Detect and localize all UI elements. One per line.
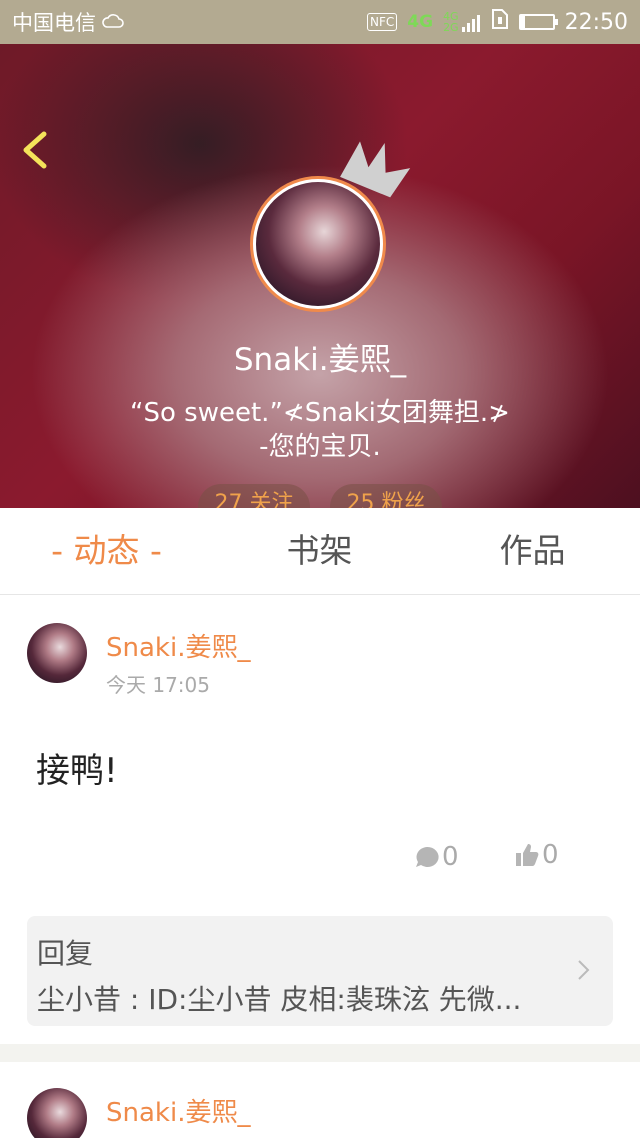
- profile-header: Snaki.姜熙_ “So sweet.”≮Snaki女团舞担.≯ -您的宝贝.…: [0, 44, 640, 508]
- signal-icon: 4G 2G: [443, 11, 481, 33]
- following-button[interactable]: 27 关注: [198, 484, 310, 508]
- chevron-right-icon: [578, 960, 590, 980]
- post-username[interactable]: Snaki.姜熙_: [106, 1092, 250, 1129]
- like-count: 0: [542, 840, 559, 870]
- signature-line-2: -您的宝贝.: [259, 432, 381, 462]
- tab-works[interactable]: 作品: [426, 508, 639, 594]
- signature-line-1: “So sweet.”≮Snaki女团舞担.≯: [130, 398, 510, 428]
- feed-divider: [0, 1044, 640, 1062]
- status-icons: NFC 4G 4G 2G 22:50: [367, 8, 628, 36]
- sim-icon: [491, 8, 509, 36]
- post-avatar[interactable]: [27, 1088, 87, 1138]
- profile-avatar[interactable]: [250, 176, 386, 312]
- comment-icon: [416, 846, 439, 867]
- back-button[interactable]: [18, 130, 54, 170]
- avatar-image: [256, 182, 380, 306]
- battery-icon: [518, 14, 558, 30]
- nfc-icon: NFC: [367, 13, 398, 31]
- followers-button[interactable]: 25 粉丝: [330, 484, 442, 508]
- signal-label-bottom: 2G: [443, 21, 459, 34]
- post-time: 今天 17:05: [106, 673, 210, 697]
- tab-feed[interactable]: - 动态 -: [0, 508, 213, 594]
- comment-button[interactable]: 0: [414, 842, 459, 872]
- feed-post: Snaki.姜熙_: [0, 1062, 640, 1138]
- reply-text: 尘小昔 : ID:尘小昔 皮相:裴珠泫 先微...: [37, 983, 522, 1016]
- cloud-icon: [102, 10, 124, 35]
- post-content: 接鸭!: [36, 751, 118, 791]
- carrier-name: 中国电信: [12, 11, 96, 35]
- post-username[interactable]: Snaki.姜熙_: [106, 627, 250, 664]
- like-button[interactable]: 0: [514, 840, 559, 870]
- status-bar: 中国电信 NFC 4G 4G 2G 22:50: [0, 0, 640, 44]
- network-type: 4G: [407, 12, 434, 32]
- feed-post: Snaki.姜熙_ 今天 17:05 接鸭! 0 0 回复 尘小昔 : ID:尘…: [0, 595, 640, 1044]
- tab-bookshelf[interactable]: 书架: [213, 508, 426, 594]
- post-avatar[interactable]: [27, 623, 87, 683]
- chevron-left-icon: [23, 131, 47, 169]
- tab-bar: - 动态 - 书架 作品: [0, 508, 640, 595]
- reply-title: 回复: [37, 937, 94, 970]
- comment-count: 0: [442, 842, 459, 872]
- clock: 22:50: [564, 9, 628, 35]
- battery-level: [520, 16, 526, 28]
- profile-signature: “So sweet.”≮Snaki女团舞担.≯ -您的宝贝.: [0, 396, 640, 464]
- thumbs-up-icon: [516, 844, 539, 866]
- reply-preview[interactable]: 回复 尘小昔 : ID:尘小昔 皮相:裴珠泫 先微...: [27, 916, 613, 1026]
- profile-username: Snaki.姜熙_: [233, 342, 407, 378]
